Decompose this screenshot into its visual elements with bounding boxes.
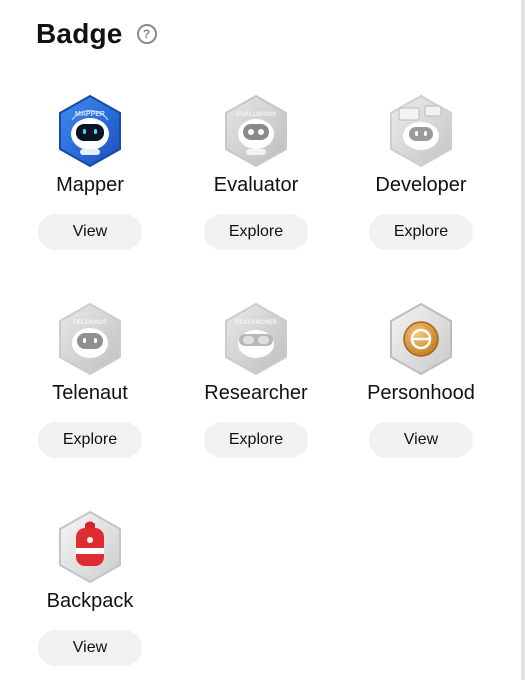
badge-ring-text: MAPPER bbox=[75, 111, 105, 118]
badge-card-researcher: RESEARCHER Researcher Explore bbox=[181, 302, 331, 458]
badge-name: Backpack bbox=[46, 590, 134, 612]
explore-button[interactable]: Explore bbox=[204, 422, 308, 458]
view-button[interactable]: View bbox=[38, 630, 142, 666]
badge-card-mapper: MAPPER Mapper View bbox=[15, 94, 165, 250]
badge-ring-text: RESEARCHER bbox=[235, 320, 278, 326]
page-title: Badge bbox=[36, 18, 123, 49]
badge-ring-text: TELENAUT bbox=[73, 319, 108, 326]
badge-card-telenaut: TELENAUT Telenaut Explore bbox=[15, 302, 165, 458]
badge-card-evaluator: EVALUATOR Evaluator Explore bbox=[181, 94, 331, 250]
mapper-badge-icon: MAPPER bbox=[59, 94, 121, 168]
panel-border bbox=[521, 0, 525, 680]
evaluator-badge-icon: EVALUATOR bbox=[225, 94, 287, 168]
badge-name: Developer bbox=[375, 174, 467, 196]
badge-card-personhood: Personhood View bbox=[346, 302, 496, 458]
developer-badge-icon bbox=[390, 94, 452, 168]
researcher-badge-icon: RESEARCHER bbox=[225, 302, 287, 376]
badge-name: Researcher bbox=[204, 382, 308, 404]
badge-card-backpack: Backpack View bbox=[15, 510, 165, 666]
badge-card-developer: Developer Explore bbox=[346, 94, 496, 250]
badge-name: Mapper bbox=[56, 174, 124, 196]
section-header: Badge ? bbox=[36, 14, 157, 54]
help-icon[interactable]: ? bbox=[136, 24, 157, 44]
view-button[interactable]: View bbox=[38, 214, 142, 250]
explore-button[interactable]: Explore bbox=[38, 422, 142, 458]
badge-name: Personhood bbox=[367, 382, 475, 404]
badge-name: Telenaut bbox=[52, 382, 128, 404]
explore-button[interactable]: Explore bbox=[369, 214, 473, 250]
explore-button[interactable]: Explore bbox=[204, 214, 308, 250]
badge-ring-text: EVALUATOR bbox=[236, 111, 276, 118]
personhood-badge-icon bbox=[390, 302, 452, 376]
view-button[interactable]: View bbox=[369, 422, 473, 458]
badge-name: Evaluator bbox=[213, 174, 299, 196]
telenaut-badge-icon: TELENAUT bbox=[59, 302, 121, 376]
backpack-badge-icon bbox=[59, 510, 121, 584]
